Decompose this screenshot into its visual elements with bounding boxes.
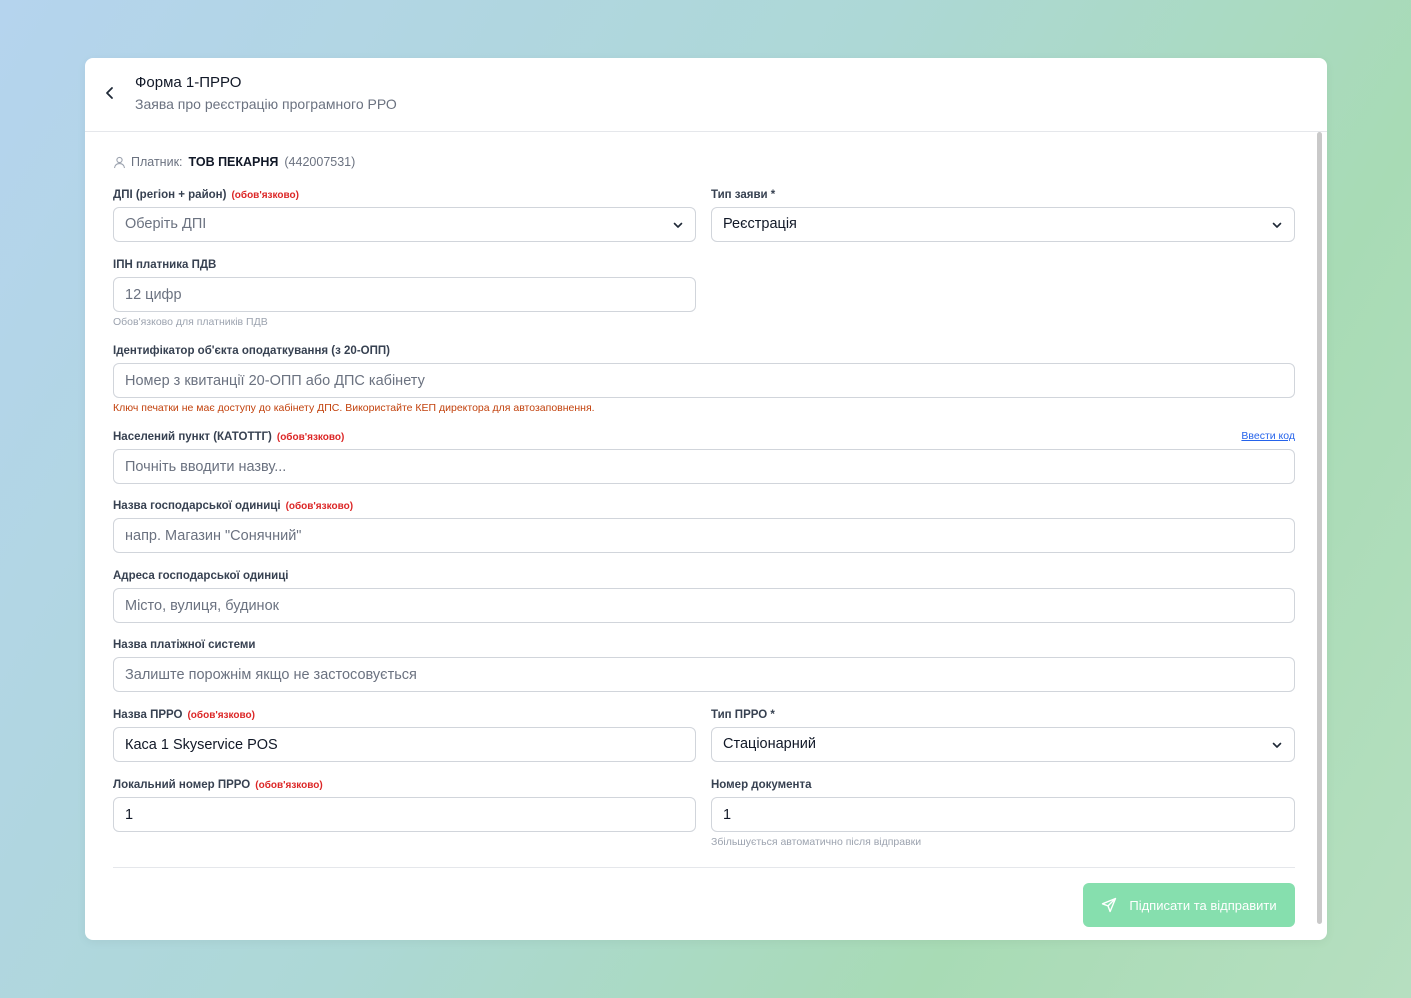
form-divider [113, 867, 1295, 868]
scrollbar[interactable] [1317, 132, 1322, 924]
vat-ipn-label: ІПН платника ПДВ [113, 259, 217, 271]
dpi-select[interactable]: Оберіть ДПІ [113, 207, 696, 242]
vat-ipn-hint: Обов'язково для платників ПДВ [113, 316, 268, 328]
object-id-label: Ідентифікатор об'єкта оподаткування (з 2… [113, 345, 390, 357]
enter-code-link[interactable]: Ввести код [1241, 430, 1295, 442]
page-title: Форма 1-ПРРО [135, 74, 242, 91]
unit-name-label-text: Назва господарської одиниці [113, 500, 281, 512]
required-marker: (обов'язково) [187, 710, 255, 721]
unit-name-label: Назва господарської одиниці (обов'язково) [113, 499, 353, 513]
send-icon [1101, 897, 1117, 913]
required-marker: (обов'язково) [255, 780, 323, 791]
payer-info: Платник: ТОВ ПЕКАРНЯ (442007531) [113, 154, 355, 170]
required-marker: (обов'язково) [231, 190, 299, 201]
prro-name-input[interactable] [113, 727, 696, 762]
doc-number-input[interactable] [711, 797, 1295, 832]
prro-type-label: Тип ПРРО * [711, 709, 775, 721]
prro-type-select[interactable]: Стаціонарний [711, 727, 1295, 762]
unit-address-input[interactable] [113, 588, 1295, 623]
doc-number-hint: Збільшується автоматично після відправки [711, 836, 922, 848]
payer-label: Платник: [131, 155, 183, 169]
local-number-label-text: Локальний номер ПРРО [113, 779, 251, 791]
vat-ipn-input[interactable] [113, 277, 696, 312]
chevron-down-icon [673, 222, 683, 228]
object-id-input[interactable] [113, 363, 1295, 398]
payment-system-label: Назва платіжної системи [113, 639, 256, 651]
settlement-label: Населений пункт (КАТОТТГ) (обов'язково) [113, 430, 344, 444]
settlement-input[interactable] [113, 449, 1295, 484]
prro-name-label-text: Назва ПРРО [113, 709, 183, 721]
request-type-label: Тип заяви * [711, 189, 776, 201]
sign-and-send-button[interactable]: Підписати та відправити [1083, 883, 1295, 927]
settlement-label-text: Населений пункт (КАТОТТГ) [113, 431, 272, 443]
object-id-warning: Ключ печатки не має доступу до кабінету … [113, 402, 595, 414]
sign-and-send-label: Підписати та відправити [1129, 897, 1277, 913]
prro-name-label: Назва ПРРО (обов'язково) [113, 708, 255, 722]
unit-address-label: Адреса господарської одиниці [113, 570, 289, 582]
page-subtitle: Заява про реєстрацію програмного РРО [135, 96, 397, 112]
local-number-label: Локальний номер ПРРО (обов'язково) [113, 778, 323, 792]
chevron-down-icon [1272, 222, 1282, 228]
required-marker: (обов'язково) [285, 501, 354, 512]
form-card: Форма 1-ПРРО Заява про реєстрацію програ… [85, 58, 1327, 940]
chevron-down-icon [1272, 742, 1282, 748]
request-type-select[interactable]: Реєстрація [711, 207, 1295, 242]
dpi-select-placeholder: Оберіть ДПІ [125, 216, 207, 232]
unit-name-input[interactable] [113, 518, 1295, 553]
back-button[interactable] [99, 82, 121, 104]
prro-type-value: Стаціонарний [723, 736, 816, 752]
payer-code: (442007531) [284, 155, 356, 169]
payment-system-input[interactable] [113, 657, 1295, 692]
dpi-label-text: ДПІ (регіон + район) [113, 189, 227, 201]
required-marker: (обов'язково) [276, 432, 345, 443]
chevron-left-icon [106, 87, 113, 99]
dpi-label: ДПІ (регіон + район) (обов'язково) [113, 188, 299, 202]
request-type-value: Реєстрація [723, 216, 797, 232]
user-icon [113, 156, 126, 168]
local-number-input[interactable] [113, 797, 696, 832]
form-header: Форма 1-ПРРО Заява про реєстрацію програ… [85, 58, 1327, 132]
doc-number-label: Номер документа [711, 779, 812, 791]
payer-name: ТОВ ПЕКАРНЯ [188, 155, 279, 169]
